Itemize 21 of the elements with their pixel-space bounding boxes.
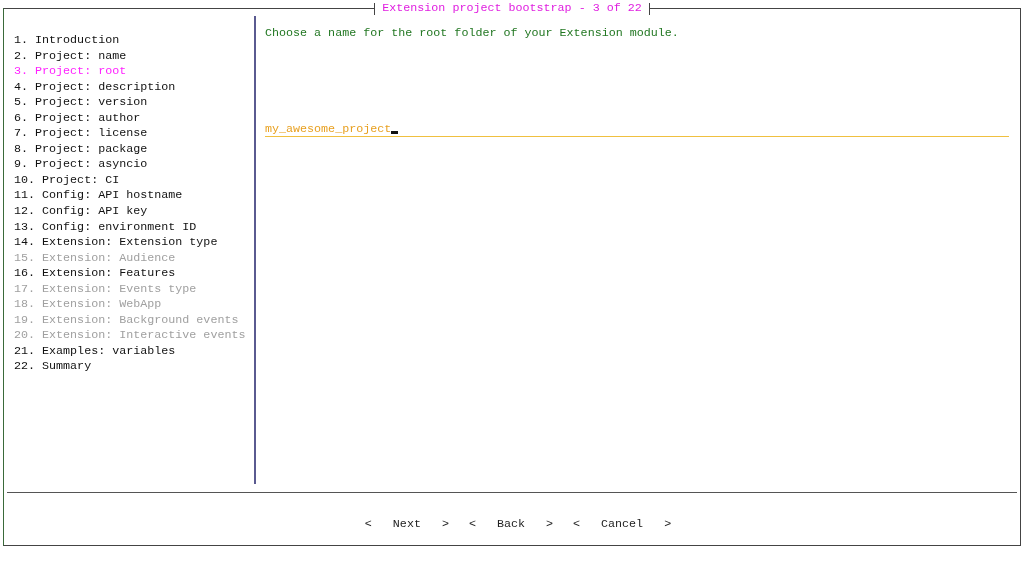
back-button[interactable]: < Back >	[468, 517, 554, 531]
step-item[interactable]: 2. Project: name	[14, 48, 254, 65]
step-item[interactable]: 8. Project: package	[14, 141, 254, 158]
step-item[interactable]: 4. Project: description	[14, 79, 254, 96]
step-item[interactable]: 14. Extension: Extension type	[14, 235, 254, 251]
step-item[interactable]: 10. Project: CI	[14, 172, 254, 189]
step-item[interactable]: 16. Extension: Features	[14, 266, 254, 282]
step-item[interactable]: 7. Project: license	[14, 126, 254, 142]
window-title: Extension project bootstrap - 3 of 22	[381, 1, 643, 16]
prompt-text: Choose a name for the root folder of your Extension module.	[265, 26, 680, 41]
step-item[interactable]: 21. Examples: variables	[14, 343, 254, 360]
step-item[interactable]: 22. Summary	[14, 359, 254, 376]
step-item[interactable]: 9. Project: asyncio	[14, 157, 254, 173]
step-item[interactable]: 6. Project: author	[14, 110, 254, 127]
step-item[interactable]: 13. Config: environment ID	[14, 219, 254, 236]
step-item[interactable]: 1. Introduction	[14, 33, 254, 49]
step-item[interactable]: 5. Project: version	[14, 95, 254, 111]
cancel-button[interactable]: < Cancel >	[573, 517, 672, 531]
next-button[interactable]: < Next >	[364, 517, 449, 531]
step-item[interactable]: 12. Config: API key	[14, 204, 254, 220]
step-item[interactable]: 11. Config: API hostname	[14, 188, 254, 204]
